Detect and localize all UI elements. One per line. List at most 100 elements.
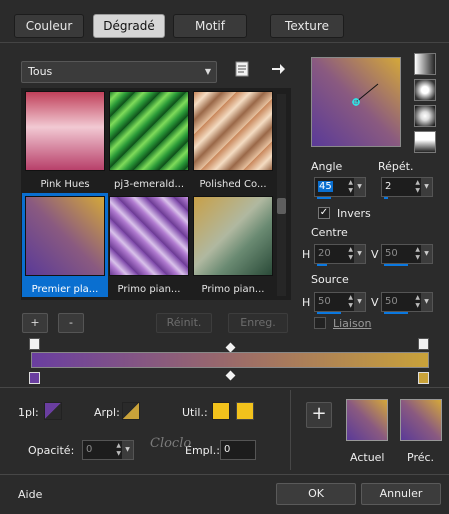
spin-arrows-icon[interactable]: ▲ ▼: [415, 246, 420, 262]
center-v-spinner[interactable]: 50 ▲ ▼ ▼: [381, 244, 433, 266]
gradient-thumb-primo-piano-2[interactable]: [193, 196, 273, 276]
sunburst-style-icon[interactable]: [414, 105, 436, 127]
arrow-right-icon[interactable]: [270, 61, 286, 77]
current-swatch[interactable]: [346, 399, 388, 441]
angle-handle[interactable]: [312, 58, 400, 146]
gradient-thumb-polished-copper[interactable]: [193, 91, 273, 171]
gradient-thumb-primo-piano-1[interactable]: [109, 196, 189, 276]
center-h-slider-fill: [317, 264, 327, 266]
bg-color-stop-top[interactable]: [418, 338, 429, 350]
location-value: 0: [224, 444, 231, 455]
gradient-thumb-premier-plan[interactable]: [25, 196, 105, 276]
source-label: Source: [311, 273, 349, 286]
bg-stop-color[interactable]: [122, 402, 140, 420]
divider: [0, 387, 449, 388]
link-label: Liaison: [333, 317, 372, 330]
gallery-label: Primo pian...: [201, 284, 265, 295]
repeat-label: Répét.: [378, 160, 414, 173]
opacity-spinner[interactable]: 0 ▲ ▼ ▼: [82, 440, 134, 460]
divider: [0, 474, 449, 475]
spin-arrows-icon[interactable]: ▲ ▼: [348, 179, 353, 195]
add-gradient-button[interactable]: +: [22, 313, 48, 333]
center-v-label: V: [371, 248, 379, 261]
vertical-divider: [290, 390, 291, 470]
midpoint-marker-bottom[interactable]: [225, 370, 236, 381]
tab-couleur[interactable]: Couleur: [14, 14, 84, 38]
tab-texture[interactable]: Texture: [270, 14, 344, 38]
source-h-spinner[interactable]: 50 ▲ ▼ ▼: [314, 292, 366, 314]
save-button[interactable]: Enreg.: [228, 313, 288, 333]
remove-gradient-button[interactable]: -: [58, 313, 84, 333]
fg-stop-label: 1pl:: [18, 406, 39, 419]
gallery-label: pj3-emerald...: [113, 179, 185, 190]
fg-stop-color[interactable]: [44, 402, 62, 420]
tab-degrade[interactable]: Dégradé: [93, 14, 165, 38]
gradient-thumb-pink-hues[interactable]: [25, 91, 105, 171]
fg-color-stop-bottom[interactable]: [29, 372, 40, 384]
spin-arrows-icon[interactable]: ▲ ▼: [415, 179, 420, 195]
reset-button[interactable]: Réinit.: [156, 313, 212, 333]
location-input[interactable]: 0: [220, 440, 256, 460]
radial-style-icon[interactable]: [414, 131, 436, 153]
gradient-editor-bar[interactable]: [31, 352, 429, 368]
dropdown-arrow-icon[interactable]: ▼: [421, 245, 432, 263]
dropdown-arrow-icon[interactable]: ▼: [122, 441, 133, 459]
invert-checkbox[interactable]: ✓: [318, 207, 330, 219]
repeat-spinner[interactable]: 2 ▲ ▼ ▼: [381, 177, 433, 199]
user-stop-color[interactable]: [212, 402, 230, 420]
scrollbar-thumb[interactable]: [277, 198, 286, 214]
add-swatch-button[interactable]: +: [306, 402, 332, 428]
angle-spinner[interactable]: 45 ▲ ▼ ▼: [314, 177, 366, 199]
dropdown-arrow-icon[interactable]: ▼: [354, 178, 365, 196]
angle-slider-fill: [317, 197, 331, 199]
category-select-value: Tous: [28, 65, 53, 78]
cancel-button[interactable]: Annuler: [361, 483, 441, 505]
previous-swatch[interactable]: [400, 399, 442, 441]
dropdown-arrow-icon[interactable]: ▼: [354, 293, 365, 311]
gallery-label: Pink Hues: [40, 179, 90, 190]
center-label: Centre: [311, 226, 348, 239]
linear-style-icon[interactable]: [414, 53, 436, 75]
ok-button[interactable]: OK: [276, 483, 356, 505]
rectangular-style-icon[interactable]: [414, 79, 436, 101]
gradient-thumb-emerald[interactable]: [109, 91, 189, 171]
source-v-value: 50: [385, 296, 398, 307]
source-v-label: V: [371, 296, 379, 309]
gallery-label-selected: Premier pla...: [31, 284, 99, 295]
user-color-swatch[interactable]: [236, 402, 254, 420]
gallery-label: Polished Co...: [199, 179, 267, 190]
tab-motif[interactable]: Motif: [173, 14, 247, 38]
source-v-spinner[interactable]: 50 ▲ ▼ ▼: [381, 292, 433, 314]
repeat-value: 2: [385, 181, 392, 192]
opacity-label: Opacité:: [28, 444, 75, 457]
center-h-value: 20: [318, 248, 331, 259]
dropdown-arrow-icon[interactable]: ▼: [421, 178, 432, 196]
gallery-label: Primo pian...: [117, 284, 181, 295]
opacity-value: 0: [86, 444, 93, 455]
spin-arrows-icon[interactable]: ▲ ▼: [415, 294, 420, 310]
center-v-slider-fill: [384, 264, 408, 266]
current-label: Actuel: [350, 451, 385, 464]
browse-folder-icon[interactable]: [235, 61, 249, 77]
source-h-label: H: [302, 296, 311, 309]
bg-stop-label: Arpl:: [94, 406, 120, 419]
help-link[interactable]: Aide: [18, 488, 42, 501]
spin-arrows-icon[interactable]: ▲ ▼: [348, 294, 353, 310]
source-h-slider-fill: [317, 312, 341, 314]
link-checkbox[interactable]: [314, 317, 326, 329]
spin-arrows-icon[interactable]: ▲ ▼: [348, 246, 353, 262]
watermark-cloclo: Cloclo: [150, 436, 192, 451]
bg-color-stop-bottom[interactable]: [418, 372, 429, 384]
angle-label: Angle: [311, 160, 343, 173]
center-h-label: H: [302, 248, 311, 261]
dropdown-arrow-icon[interactable]: ▼: [421, 293, 432, 311]
gallery-scrollbar[interactable]: [277, 94, 286, 296]
category-select[interactable]: Tous ▼: [21, 61, 217, 83]
gradient-preview[interactable]: [311, 57, 401, 147]
center-h-spinner[interactable]: 20 ▲ ▼ ▼: [314, 244, 366, 266]
spin-arrows-icon[interactable]: ▲ ▼: [116, 442, 121, 458]
midpoint-marker-top[interactable]: [225, 342, 236, 353]
source-h-value: 50: [318, 296, 331, 307]
dropdown-arrow-icon[interactable]: ▼: [354, 245, 365, 263]
fg-color-stop-top[interactable]: [29, 338, 40, 350]
